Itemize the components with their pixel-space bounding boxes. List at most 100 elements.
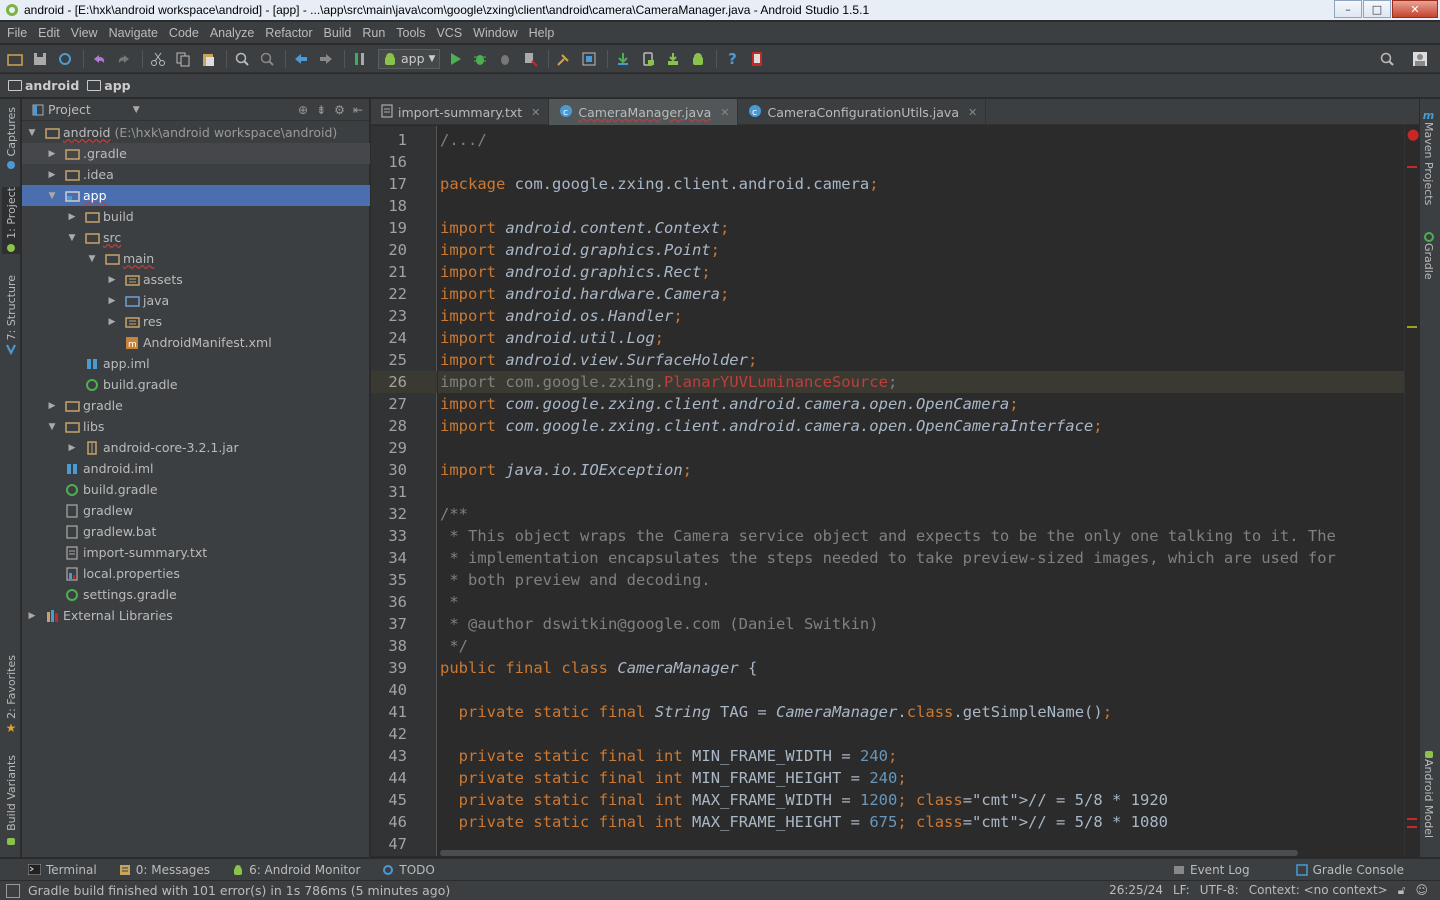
tree-item[interactable]: ▶ build (22, 206, 370, 227)
attach-debugger-icon[interactable] (494, 48, 516, 70)
code-line[interactable]: private static final String TAG = Camera… (438, 701, 1404, 723)
tree-item[interactable]: build.gradle (22, 479, 370, 500)
code-line[interactable]: /.../ (438, 129, 1404, 151)
tab-messages[interactable]: 0: Messages (119, 863, 210, 877)
collapsed-arrow-icon[interactable]: ▶ (46, 169, 58, 181)
settings-icon[interactable]: ⚙ (334, 103, 345, 117)
line-separator[interactable]: LF: (1173, 883, 1190, 898)
tree-item[interactable]: ▼ src (22, 227, 370, 248)
tree-item[interactable]: ▶ res (22, 311, 370, 332)
collapse-all-icon[interactable]: ⇟ (316, 103, 326, 117)
menu-item-file[interactable]: File (2, 26, 33, 40)
code-line[interactable]: private static final int MAX_FRAME_WIDTH… (438, 789, 1404, 811)
tree-item[interactable]: ▶ .gradle (22, 143, 370, 164)
code-line[interactable]: import android.os.Handler; (438, 305, 1404, 327)
tree-item[interactable]: build.gradle (22, 374, 370, 395)
debug-icon[interactable] (469, 48, 491, 70)
hector-icon[interactable]: ☺︎ (1415, 883, 1428, 898)
run-icon[interactable] (444, 48, 466, 70)
caret-position[interactable]: 26:25/24 (1109, 883, 1163, 898)
stop-icon[interactable] (519, 48, 541, 70)
expanded-arrow-icon[interactable]: ▼ (26, 127, 38, 139)
sync-icon[interactable] (54, 48, 76, 70)
code-line[interactable]: import com.google.zxing.client.android.c… (438, 415, 1404, 437)
tab-project[interactable]: 1: Project (2, 187, 20, 254)
code-line[interactable]: package com.google.zxing.client.android.… (438, 173, 1404, 195)
collapsed-arrow-icon[interactable]: ▶ (26, 610, 38, 622)
undo-icon[interactable] (88, 48, 110, 70)
settings-structure-icon[interactable] (578, 48, 600, 70)
menu-item-refactor[interactable]: Refactor (260, 26, 318, 40)
tree-item[interactable]: ▼ android (E:\hxk\android workspace\androi… (22, 122, 370, 143)
sdk-manager-icon[interactable] (662, 48, 684, 70)
warning-marker[interactable] (1407, 326, 1417, 328)
tab-build-variants[interactable]: Build Variants (2, 755, 20, 846)
chevron-down-icon[interactable]: ▼ (133, 105, 140, 115)
tree-item[interactable]: ▶ .idea (22, 164, 370, 185)
close-button[interactable]: ✕ (1392, 0, 1438, 18)
tree-item[interactable]: ▶ gradle (22, 395, 370, 416)
status-message[interactable]: Gradle build finished with 101 error(s) … (28, 883, 450, 898)
copy-icon[interactable] (172, 48, 194, 70)
code-line[interactable]: import android.graphics.Rect; (438, 261, 1404, 283)
error-marker[interactable] (1407, 826, 1417, 828)
horizontal-scrollbar[interactable] (440, 850, 1298, 856)
collapsed-arrow-icon[interactable]: ▶ (106, 316, 118, 328)
file-encoding[interactable]: UTF-8: (1200, 883, 1239, 898)
collapsed-arrow-icon[interactable]: ▶ (46, 148, 58, 160)
breadcrumb-item-app[interactable]: app (87, 78, 131, 93)
run-configuration-select[interactable]: app ▼ (378, 48, 441, 69)
maximize-button[interactable]: □ (1363, 0, 1391, 18)
find-icon[interactable] (231, 48, 253, 70)
menu-item-tools[interactable]: Tools (391, 26, 431, 40)
tab-favorites[interactable]: 2: Favorites ★ (2, 655, 20, 735)
expanded-arrow-icon[interactable]: ▼ (66, 232, 78, 244)
collapsed-arrow-icon[interactable]: ▶ (66, 211, 78, 223)
tab-captures[interactable]: Captures (2, 107, 20, 171)
expanded-arrow-icon[interactable]: ▼ (86, 253, 98, 265)
tree-item[interactable]: ▼ libs (22, 416, 370, 437)
paste-icon[interactable] (197, 48, 219, 70)
tab-structure[interactable]: 7: Structure (2, 275, 20, 356)
tab-event-log[interactable]: Event Log (1173, 863, 1250, 877)
code-line[interactable]: import android.graphics.Point; (438, 239, 1404, 261)
code-line[interactable]: */ (438, 635, 1404, 657)
collapsed-arrow-icon[interactable]: ▶ (106, 274, 118, 286)
tree-item[interactable]: ▶ java (22, 290, 370, 311)
expanded-arrow-icon[interactable]: ▼ (46, 421, 58, 433)
replace-icon[interactable] (256, 48, 278, 70)
editor-tab[interactable]: import-summary.txt ✕ (371, 99, 550, 125)
tab-android-model[interactable]: Android Model (1422, 747, 1435, 838)
code-line[interactable] (438, 679, 1404, 701)
code-line[interactable]: * This object wraps the Camera service o… (438, 525, 1404, 547)
tree-item[interactable]: android.iml (22, 458, 370, 479)
menu-item-window[interactable]: Window (468, 26, 523, 40)
hide-panel-icon[interactable]: ⇤ (353, 103, 363, 117)
make-project-icon[interactable] (349, 48, 371, 70)
tab-gradle-console[interactable]: Gradle Console (1295, 863, 1404, 877)
expanded-arrow-icon[interactable]: ▼ (46, 190, 58, 202)
toggle-tool-windows-icon[interactable] (6, 883, 20, 898)
menu-item-navigate[interactable]: Navigate (104, 26, 164, 40)
tree-item[interactable]: local.properties (22, 563, 370, 584)
code-editor[interactable]: /.../ package com.google.zxing.client.and… (438, 126, 1404, 856)
collapsed-arrow-icon[interactable]: ▶ (106, 295, 118, 307)
tab-terminal[interactable]: Terminal (28, 863, 97, 877)
menu-item-analyze[interactable]: Analyze (205, 26, 260, 40)
code-line[interactable]: import com.google.zxing.client.android.c… (438, 393, 1404, 415)
close-tab-icon[interactable]: ✕ (720, 106, 729, 119)
menu-item-view[interactable]: View (66, 26, 104, 40)
close-tab-icon[interactable]: ✕ (968, 106, 977, 119)
lock-icon[interactable]: 🔓︎ (1398, 883, 1406, 898)
menu-item-build[interactable]: Build (319, 26, 358, 40)
error-marker[interactable] (1407, 818, 1417, 820)
minimize-button[interactable]: – (1334, 0, 1362, 18)
tree-item[interactable]: app.iml (22, 353, 370, 374)
inspection-context[interactable]: Context: <no context> (1249, 883, 1388, 898)
code-line[interactable] (438, 481, 1404, 503)
android-device-icon[interactable] (746, 48, 768, 70)
code-line[interactable]: private static final int MAX_FRAME_HEIGH… (438, 811, 1404, 833)
breadcrumb-item-android[interactable]: android (8, 78, 79, 93)
user-icon[interactable] (1409, 48, 1431, 70)
tab-android-monitor[interactable]: 6: Android Monitor (232, 863, 360, 877)
